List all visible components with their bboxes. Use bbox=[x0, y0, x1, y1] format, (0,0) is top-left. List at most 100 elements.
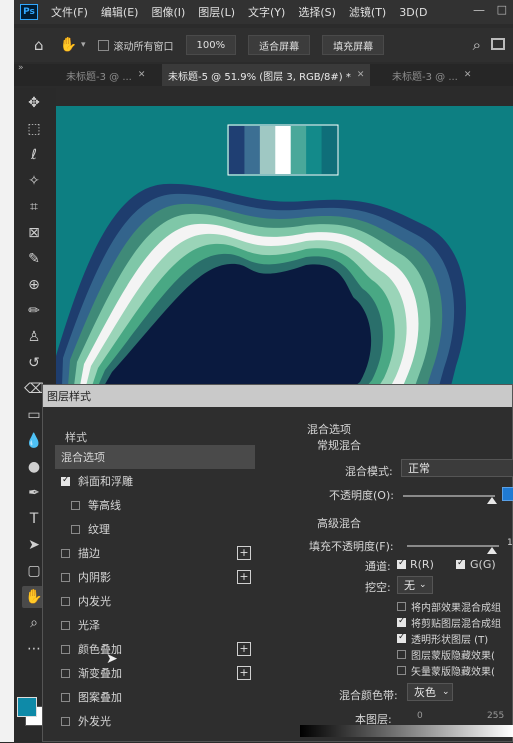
stamp-tool-icon[interactable]: ♙ bbox=[22, 326, 46, 348]
style-item-checkbox[interactable] bbox=[61, 572, 70, 582]
style-item-checkbox[interactable] bbox=[61, 596, 70, 606]
menu-3d[interactable]: 3D(D bbox=[399, 6, 427, 19]
style-item-label: 斜面和浮雕 bbox=[78, 475, 133, 488]
advanced-option-checkbox[interactable] bbox=[397, 602, 406, 611]
workspace-icon[interactable] bbox=[491, 38, 505, 50]
style-item-checkbox[interactable] bbox=[61, 548, 70, 558]
style-item[interactable]: 内发光 bbox=[55, 589, 255, 613]
fill-screen-button[interactable]: 填充屏幕 bbox=[322, 35, 385, 55]
home-icon[interactable]: ⌂ bbox=[34, 36, 44, 54]
menu-edit[interactable]: 编辑(E) bbox=[101, 4, 139, 20]
menu-layer[interactable]: 图层(L) bbox=[198, 4, 235, 20]
style-item-label: 外发光 bbox=[78, 715, 111, 728]
advanced-option-checkbox[interactable] bbox=[397, 666, 406, 675]
style-item[interactable]: 等高线 bbox=[55, 493, 255, 517]
tab-document-active[interactable]: 未标题-5 @ 51.9% (图层 3, RGB/8#) * ✕ bbox=[162, 64, 371, 86]
style-item[interactable]: 外发光 bbox=[55, 709, 255, 733]
knockout-select[interactable]: 无 ⌄ bbox=[397, 576, 433, 594]
eyedropper-icon[interactable]: ✎ bbox=[22, 248, 46, 270]
scroll-all-windows-checkbox[interactable] bbox=[97, 39, 109, 51]
style-item[interactable]: 描边 + bbox=[55, 541, 255, 565]
tab-label: 未标题-3 @ ... bbox=[66, 71, 132, 83]
style-item[interactable]: 混合选项 bbox=[55, 445, 255, 469]
menu-filter[interactable]: 滤镜(T) bbox=[349, 4, 386, 20]
lasso-tool-icon[interactable]: ℓ bbox=[22, 144, 46, 166]
dialog-title[interactable]: 图层样式 bbox=[43, 385, 512, 407]
expand-panel-icon[interactable]: » bbox=[18, 63, 24, 73]
crop-tool-icon[interactable]: ⌗ bbox=[22, 196, 46, 218]
menu-bar: Ps 文件(F) 编辑(E) 图像(I) 图层(L) 文字(Y) 选择(S) 滤… bbox=[14, 0, 513, 24]
close-icon[interactable]: ✕ bbox=[357, 70, 365, 80]
add-effect-icon[interactable]: + bbox=[237, 642, 251, 656]
blend-mode-value: 正常 bbox=[408, 462, 430, 475]
style-item[interactable]: 光泽 bbox=[55, 613, 255, 637]
blend-mode-select[interactable]: 正常 bbox=[401, 459, 513, 477]
opacity-slider-handle[interactable] bbox=[487, 497, 497, 504]
document-tab-bar: 未标题-3 @ ... ✕ 未标题-5 @ 51.9% (图层 3, RGB/8… bbox=[14, 64, 513, 86]
maximize-icon[interactable]: □ bbox=[497, 3, 507, 16]
style-item-label: 等高线 bbox=[88, 499, 121, 512]
style-item-checkbox[interactable] bbox=[71, 500, 80, 510]
tab-label: 未标题-5 @ 51.9% (图层 3, RGB/8#) * bbox=[168, 71, 351, 83]
advanced-option-checkbox[interactable] bbox=[397, 650, 406, 659]
menu-type[interactable]: 文字(Y) bbox=[248, 4, 285, 20]
chevron-down-icon: ⌄ bbox=[419, 580, 427, 590]
tab-document-3[interactable]: 未标题-3 @ ... ✕ bbox=[392, 64, 471, 86]
magic-wand-icon[interactable]: ✧ bbox=[22, 170, 46, 192]
add-effect-icon[interactable]: + bbox=[237, 546, 251, 560]
advanced-option-checkbox[interactable] bbox=[397, 616, 406, 627]
channel-g-checkbox[interactable] bbox=[456, 558, 465, 569]
advanced-option-label: 矢量蒙版隐藏效果( bbox=[411, 667, 495, 678]
search-icon[interactable]: ⌕ bbox=[473, 36, 481, 54]
move-tool-icon[interactable]: ✥ bbox=[22, 92, 46, 114]
opacity-field[interactable] bbox=[502, 487, 513, 501]
section-general-blending: 常规混合 bbox=[317, 439, 361, 452]
style-item-label: 内发光 bbox=[78, 595, 111, 608]
style-item-checkbox[interactable] bbox=[71, 524, 80, 534]
blend-if-gradient-bar[interactable] bbox=[300, 725, 513, 737]
menu-image[interactable]: 图像(I) bbox=[151, 4, 185, 20]
healing-brush-icon[interactable]: ⊕ bbox=[22, 274, 46, 296]
tab-document-1[interactable]: 未标题-3 @ ... ✕ bbox=[66, 64, 145, 86]
advanced-option-checkbox[interactable] bbox=[397, 632, 406, 643]
tab-label: 未标题-3 @ ... bbox=[392, 71, 458, 83]
style-item-checkbox[interactable] bbox=[61, 475, 70, 486]
foreground-color-swatch[interactable] bbox=[17, 697, 37, 717]
chevron-down-icon: ⌄ bbox=[442, 687, 450, 697]
style-item[interactable]: 纹理 bbox=[55, 517, 255, 541]
style-item[interactable]: 图案叠加 bbox=[55, 685, 255, 709]
style-item[interactable]: 斜面和浮雕 bbox=[55, 469, 255, 493]
style-item[interactable]: 颜色叠加 + bbox=[55, 637, 255, 661]
add-effect-icon[interactable]: + bbox=[237, 570, 251, 584]
chevron-down-icon[interactable]: ▾ bbox=[81, 40, 86, 50]
zoom-level-field[interactable]: 100% bbox=[185, 35, 237, 55]
style-item-checkbox[interactable] bbox=[61, 644, 70, 654]
minimize-icon[interactable]: — bbox=[473, 3, 485, 17]
style-item[interactable]: 内阴影 + bbox=[55, 565, 255, 589]
hand-tool-icon[interactable]: ✋ bbox=[60, 37, 77, 53]
close-icon[interactable]: ✕ bbox=[464, 70, 472, 80]
brush-tool-icon[interactable]: ✏ bbox=[22, 300, 46, 322]
style-item-checkbox[interactable] bbox=[61, 620, 70, 630]
style-item-checkbox[interactable] bbox=[61, 692, 70, 702]
marquee-tool-icon[interactable]: ⬚ bbox=[22, 118, 46, 140]
fill-opacity-slider-handle[interactable] bbox=[487, 547, 497, 554]
channel-r-checkbox[interactable] bbox=[397, 558, 406, 569]
frame-tool-icon[interactable]: ⊠ bbox=[22, 222, 46, 244]
style-item[interactable]: 渐变叠加 + bbox=[55, 661, 255, 685]
blending-options-panel: 混合选项 常规混合 混合模式: 正常 不透明度(O): 高级混合 填充不透明度(… bbox=[303, 413, 513, 743]
add-effect-icon[interactable]: + bbox=[237, 666, 251, 680]
menu-select[interactable]: 选择(S) bbox=[298, 4, 336, 20]
fill-opacity-slider[interactable] bbox=[407, 545, 499, 547]
advanced-option-label: 透明形状图层 (T) bbox=[411, 635, 489, 646]
menu-file[interactable]: 文件(F) bbox=[51, 4, 88, 20]
channel-r-label: R(R) bbox=[410, 558, 434, 571]
style-item-checkbox[interactable] bbox=[61, 668, 70, 678]
close-icon[interactable]: ✕ bbox=[138, 70, 146, 80]
document-canvas[interactable] bbox=[56, 106, 513, 386]
opacity-slider[interactable] bbox=[403, 495, 495, 497]
history-brush-icon[interactable]: ↺ bbox=[22, 352, 46, 374]
fit-screen-button[interactable]: 适合屏幕 bbox=[248, 35, 311, 55]
blend-if-select[interactable]: 灰色 ⌄ bbox=[407, 683, 453, 701]
style-item-checkbox[interactable] bbox=[61, 716, 70, 726]
